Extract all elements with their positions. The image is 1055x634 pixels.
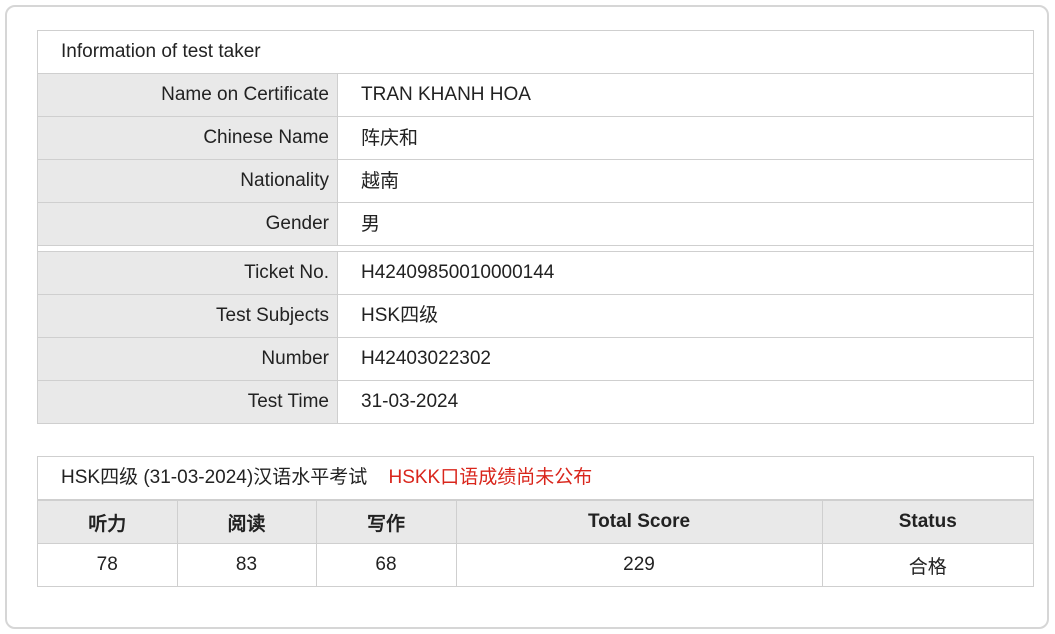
header-reading: 阅读 <box>176 500 317 544</box>
header-total-score: Total Score <box>455 500 823 544</box>
total-score: 229 <box>455 543 823 586</box>
score-panel-title: HSK四级 (31-03-2024)汉语水平考试 <box>61 467 368 488</box>
info-value: H42403022302 <box>361 348 491 369</box>
info-label: Test Subjects <box>38 295 338 337</box>
info-label: Chinese Name <box>38 117 338 159</box>
info-row-ticket-no: Ticket No. H42409850010000144 <box>38 252 1033 295</box>
info-row-name: Name on Certificate TRAN KHANH HOA <box>38 74 1033 117</box>
info-panel-title: Information of test taker <box>38 31 1033 74</box>
info-value: TRAN KHANH HOA <box>361 84 531 105</box>
info-label: Test Time <box>38 381 338 423</box>
info-label: Ticket No. <box>38 252 338 294</box>
info-value: 阵庆和 <box>361 127 419 149</box>
info-label: Number <box>38 338 338 380</box>
score-panel-header: HSK四级 (31-03-2024)汉语水平考试 HSKK口语成绩尚未公布 <box>38 457 1033 500</box>
score-header-row: 听力 阅读 写作 Total Score Status <box>38 500 1033 544</box>
info-label: Nationality <box>38 160 338 202</box>
listening-score: 78 <box>38 543 178 586</box>
reading-score: 83 <box>176 543 317 586</box>
info-value: H42409850010000144 <box>361 262 555 283</box>
score-value-row: 78 83 68 229 合格 <box>38 543 1033 586</box>
info-row-number: Number H42403022302 <box>38 338 1033 381</box>
header-status: Status <box>821 500 1033 544</box>
header-listening: 听力 <box>38 500 178 544</box>
info-row-test-time: Test Time 31-03-2024 <box>38 381 1033 423</box>
info-row-nationality: Nationality 越南 <box>38 160 1033 203</box>
info-value: 31-03-2024 <box>361 391 459 412</box>
status-value: 合格 <box>821 543 1033 586</box>
test-taker-info-panel: Information of test taker Name on Certif… <box>37 30 1034 424</box>
info-row-chinese-name: Chinese Name 阵庆和 <box>38 117 1033 160</box>
hskk-notice: HSKK口语成绩尚未公布 <box>388 467 593 488</box>
info-value: 越南 <box>361 170 400 192</box>
score-table: 听力 阅读 写作 Total Score Status 78 83 68 229… <box>38 500 1033 586</box>
info-row-test-subjects: Test Subjects HSK四级 <box>38 295 1033 338</box>
info-value: 男 <box>361 213 381 235</box>
result-card: Information of test taker Name on Certif… <box>5 5 1049 629</box>
info-label: Gender <box>38 203 338 245</box>
writing-score: 68 <box>315 543 457 586</box>
info-label: Name on Certificate <box>38 74 338 116</box>
header-writing: 写作 <box>315 500 457 544</box>
info-row-gender: Gender 男 <box>38 203 1033 246</box>
info-value: HSK四级 <box>361 305 439 326</box>
score-panel: HSK四级 (31-03-2024)汉语水平考试 HSKK口语成绩尚未公布 听力… <box>37 456 1034 587</box>
